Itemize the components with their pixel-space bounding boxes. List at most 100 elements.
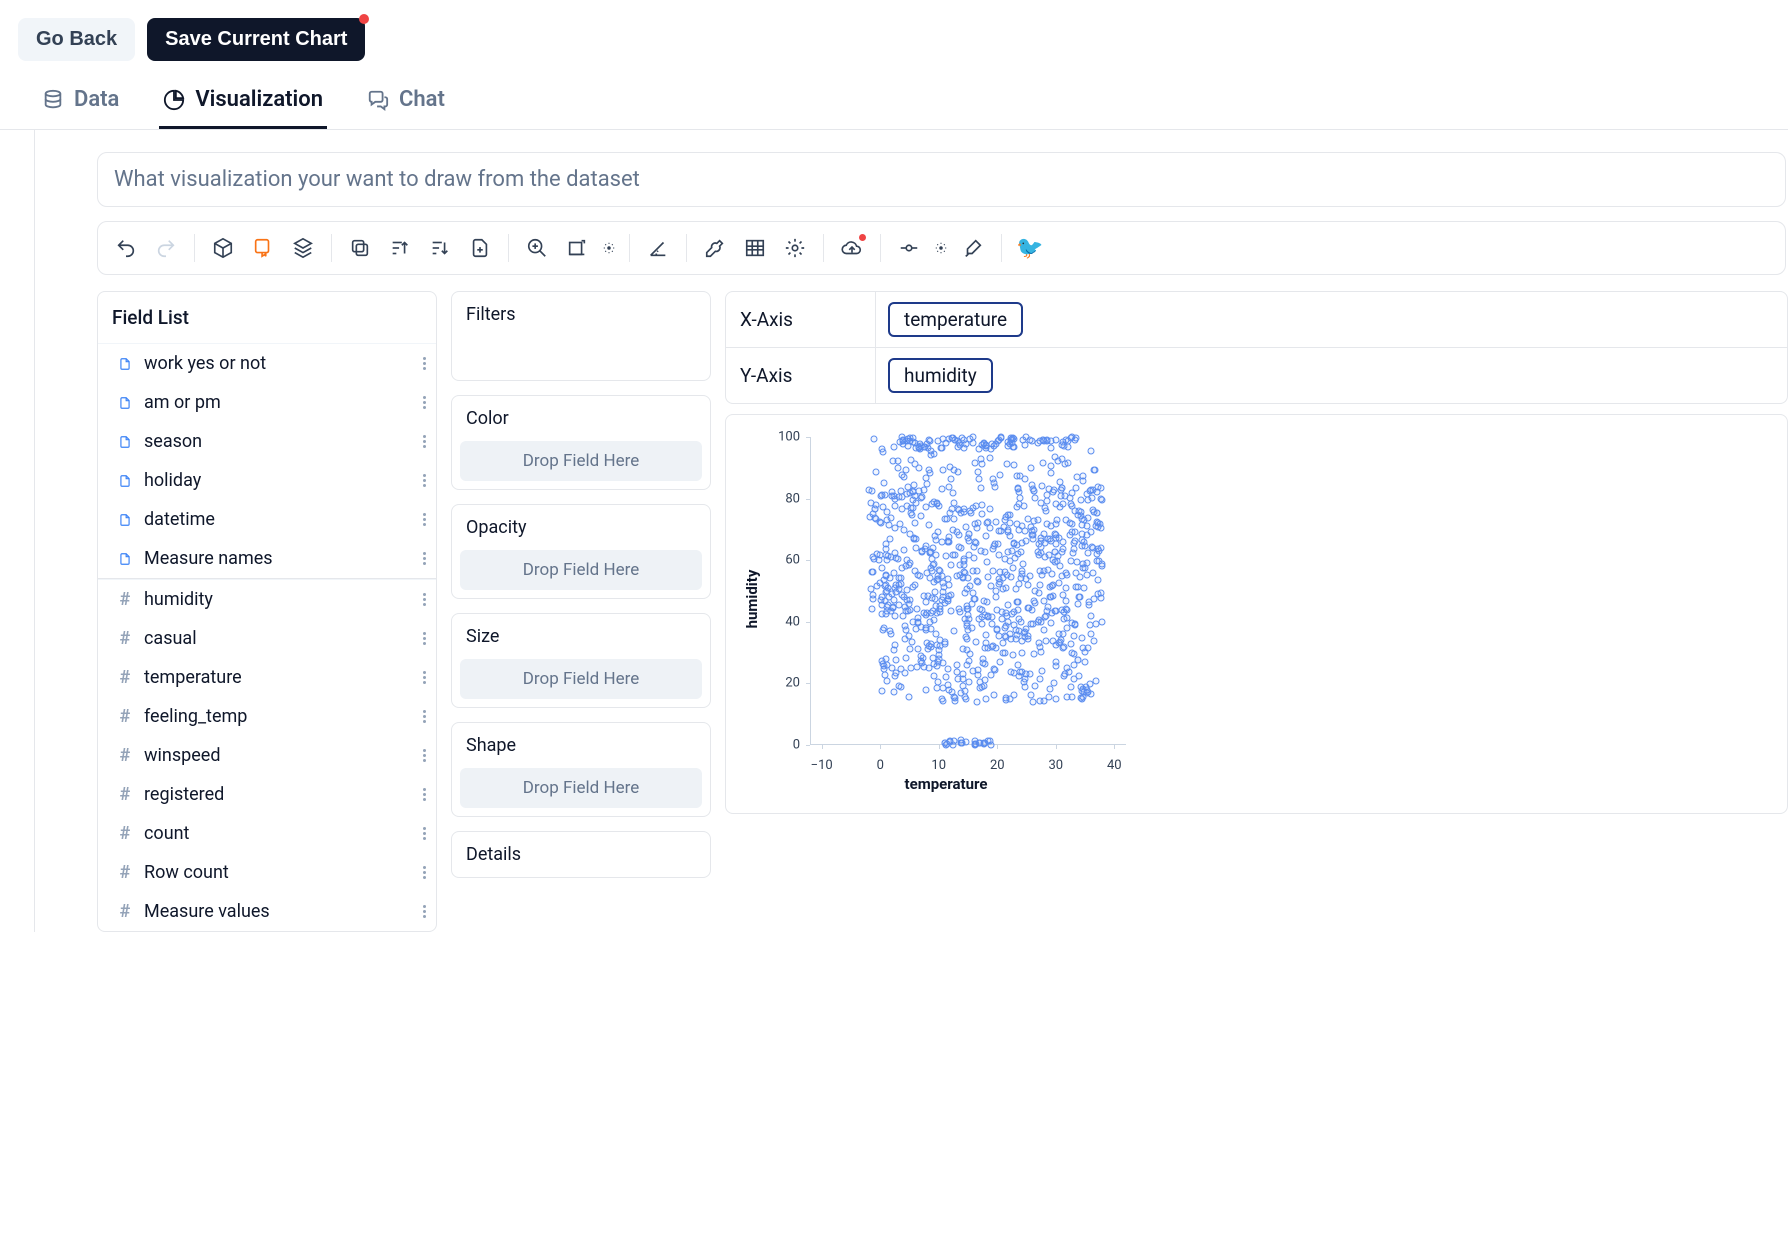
resize-icon[interactable]	[559, 230, 595, 266]
scatter-point	[1062, 460, 1069, 467]
more-icon[interactable]	[423, 593, 426, 606]
tab-data[interactable]: Data	[38, 71, 123, 129]
more-icon[interactable]	[423, 552, 426, 565]
field-item[interactable]: season	[98, 422, 436, 461]
scatter-plotarea[interactable]	[810, 437, 1126, 745]
scatter-point	[1053, 608, 1060, 615]
more-icon[interactable]	[423, 632, 426, 645]
scatter-point	[1053, 696, 1060, 703]
scatter-point	[936, 643, 943, 650]
more-icon[interactable]	[423, 827, 426, 840]
more-icon[interactable]	[423, 396, 426, 409]
field-item[interactable]: #count	[98, 814, 436, 853]
dropzone[interactable]: Drop Field Here	[460, 550, 702, 590]
cube-icon[interactable]	[205, 230, 241, 266]
resize-settings-icon[interactable]	[599, 240, 619, 256]
commit-icon[interactable]	[891, 230, 927, 266]
x-axis-pill[interactable]: temperature	[888, 302, 1023, 337]
scatter-point	[916, 464, 923, 471]
note-icon[interactable]	[245, 230, 281, 266]
scatter-point	[906, 646, 913, 653]
scatter-point	[965, 538, 972, 545]
brush-icon[interactable]	[955, 230, 991, 266]
shelf-details[interactable]: Details	[451, 831, 711, 878]
shelf-filters[interactable]: Filters	[451, 291, 711, 381]
gear-icon[interactable]	[777, 230, 813, 266]
scatter-point	[1043, 638, 1050, 645]
separator	[880, 234, 881, 262]
separator	[823, 234, 824, 262]
wrench-icon[interactable]	[697, 230, 733, 266]
commit-settings-icon[interactable]	[931, 240, 951, 256]
save-chart-button[interactable]: Save Current Chart	[147, 18, 365, 61]
x-axis-label: X-Axis	[726, 292, 876, 347]
shelf-size[interactable]: Size Drop Field Here	[451, 613, 711, 708]
bird-icon[interactable]: 🐦	[1012, 230, 1048, 266]
scatter-point	[877, 493, 884, 500]
scatter-point	[1040, 627, 1047, 634]
dropzone[interactable]: Drop Field Here	[460, 441, 702, 481]
scatter-point	[964, 602, 971, 609]
redo-icon[interactable]	[148, 230, 184, 266]
dropzone[interactable]: Drop Field Here	[460, 659, 702, 699]
copy-icon[interactable]	[342, 230, 378, 266]
sort-desc-icon[interactable]	[422, 230, 458, 266]
field-item[interactable]: #registered	[98, 775, 436, 814]
scatter-point	[977, 485, 984, 492]
scatter-point	[1091, 638, 1098, 645]
scatter-point	[1029, 698, 1036, 705]
scatter-point	[1047, 685, 1054, 692]
scatter-point	[1037, 499, 1044, 506]
scatter-point	[1048, 570, 1055, 577]
field-item[interactable]: #temperature	[98, 658, 436, 697]
field-item[interactable]: am or pm	[98, 383, 436, 422]
field-item[interactable]: #Measure values	[98, 892, 436, 931]
scatter-point	[996, 578, 1003, 585]
shelf-details-title: Details	[452, 832, 710, 877]
more-icon[interactable]	[423, 435, 426, 448]
scatter-point	[1081, 565, 1088, 572]
more-icon[interactable]	[423, 513, 426, 526]
scatter-point	[972, 740, 979, 747]
field-item[interactable]: #feeling_temp	[98, 697, 436, 736]
tab-chat[interactable]: Chat	[363, 71, 449, 129]
more-icon[interactable]	[423, 474, 426, 487]
layers-icon[interactable]	[285, 230, 321, 266]
field-item[interactable]: #humidity	[98, 580, 436, 619]
sort-asc-icon[interactable]	[382, 230, 418, 266]
field-item[interactable]: #winspeed	[98, 736, 436, 775]
more-icon[interactable]	[423, 671, 426, 684]
cloud-upload-icon[interactable]	[834, 230, 870, 266]
field-item[interactable]: datetime	[98, 500, 436, 539]
prompt-input[interactable]: What visualization your want to draw fro…	[97, 152, 1786, 207]
field-item[interactable]: Measure names	[98, 539, 436, 578]
field-item[interactable]: work yes or not	[98, 344, 436, 383]
add-page-icon[interactable]	[462, 230, 498, 266]
undo-icon[interactable]	[108, 230, 144, 266]
more-icon[interactable]	[423, 749, 426, 762]
scatter-point	[996, 436, 1003, 443]
shelf-shape[interactable]: Shape Drop Field Here	[451, 722, 711, 817]
field-item[interactable]: #Row count	[98, 853, 436, 892]
more-icon[interactable]	[423, 788, 426, 801]
field-item[interactable]: #casual	[98, 619, 436, 658]
zoom-in-icon[interactable]	[519, 230, 555, 266]
scatter-point	[897, 683, 904, 690]
scatter-point	[1068, 521, 1075, 528]
angle-icon[interactable]	[640, 230, 676, 266]
shelf-opacity[interactable]: Opacity Drop Field Here	[451, 504, 711, 599]
go-back-button[interactable]: Go Back	[18, 18, 135, 61]
scatter-point	[895, 457, 902, 464]
y-axis-pill[interactable]: humidity	[888, 358, 993, 393]
scatter-point	[1080, 472, 1087, 479]
scatter-point	[1087, 529, 1094, 536]
more-icon[interactable]	[423, 905, 426, 918]
shelf-color[interactable]: Color Drop Field Here	[451, 395, 711, 490]
dropzone[interactable]: Drop Field Here	[460, 768, 702, 808]
tab-visualization[interactable]: Visualization	[159, 71, 327, 129]
table-icon[interactable]	[737, 230, 773, 266]
field-item[interactable]: holiday	[98, 461, 436, 500]
more-icon[interactable]	[423, 357, 426, 370]
more-icon[interactable]	[423, 866, 426, 879]
more-icon[interactable]	[423, 710, 426, 723]
